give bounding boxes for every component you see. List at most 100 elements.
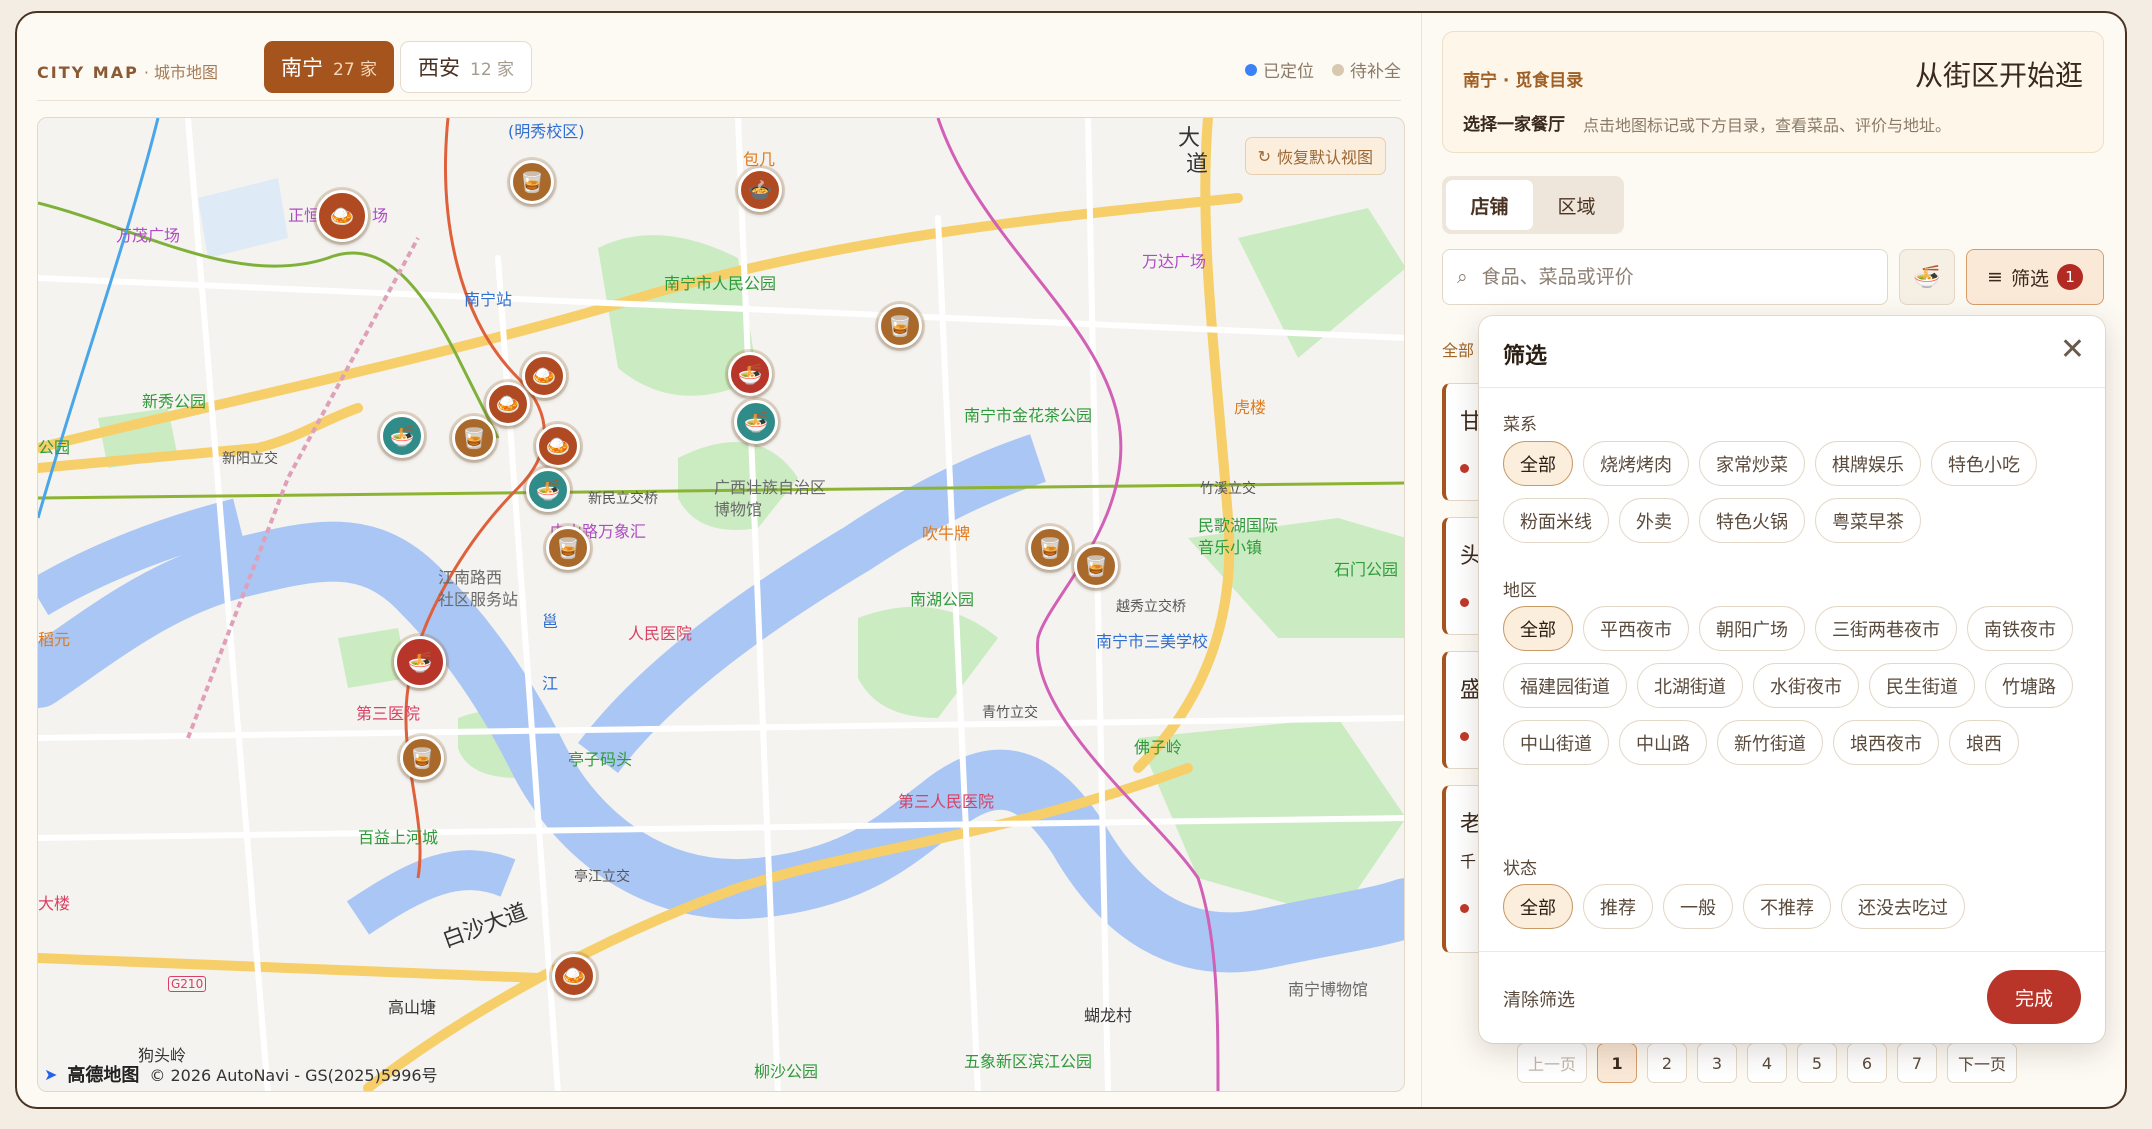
map-label: G210 — [168, 976, 207, 992]
restaurant-pin[interactable]: 🍛 — [316, 190, 368, 242]
blue-dot-icon — [1245, 63, 1257, 76]
restaurant-pin[interactable]: 🥃 — [510, 160, 554, 204]
restaurant-card[interactable]: 盛 — [1442, 651, 1482, 769]
restaurant-pin[interactable]: 🥃 — [546, 526, 590, 570]
restaurant-pin[interactable]: 🍜 — [394, 636, 446, 688]
map-label: 南宁站 — [464, 290, 513, 309]
restaurant-pin[interactable]: 🍜 — [526, 468, 570, 512]
tab-shops[interactable]: 店铺 — [1446, 180, 1533, 230]
filter-chip[interactable]: 粉面米线 — [1503, 498, 1609, 543]
filter-chip[interactable]: 烧烤烤肉 — [1583, 441, 1689, 486]
map-label: 亭江立交 — [574, 869, 630, 885]
search-box[interactable]: ⌕ — [1442, 249, 1888, 305]
map-label: 南宁市三美学校 — [1096, 632, 1209, 651]
filter-chip[interactable]: 三街两巷夜市 — [1815, 606, 1957, 651]
filter-chip[interactable]: 家常炒菜 — [1699, 441, 1805, 486]
restaurant-pin[interactable]: 🍜 — [734, 400, 778, 444]
search-input[interactable] — [1481, 266, 1842, 288]
map-label: 蝴龙村 — [1084, 1006, 1133, 1025]
filter-chip[interactable]: 民生街道 — [1869, 663, 1975, 708]
filter-chip[interactable]: 全部 — [1503, 606, 1573, 651]
filter-chip[interactable]: 还没去吃过 — [1841, 884, 1965, 929]
filter-chip[interactable]: 全部 — [1503, 441, 1573, 486]
glass-icon: 🥃 — [555, 536, 581, 560]
list-filter-all[interactable]: 全部 — [1442, 337, 1474, 361]
glass-icon: 🥃 — [1037, 536, 1063, 560]
restaurant-pin[interactable]: 🍛 — [486, 382, 530, 426]
restaurant-card[interactable]: 甘 — [1442, 383, 1482, 501]
filter-chip[interactable]: 北湖街道 — [1637, 663, 1743, 708]
filter-chip[interactable]: 平西夜市 — [1583, 606, 1689, 651]
restaurant-pin[interactable]: 🍛 — [536, 424, 580, 468]
map-label: 新阳立交 — [222, 451, 278, 467]
filter-chip[interactable]: 粤菜早茶 — [1815, 498, 1921, 543]
page-button[interactable]: 3 — [1697, 1043, 1738, 1083]
filter-button[interactable]: ≡ 筛选 1 — [1966, 249, 2104, 305]
filter-chip[interactable]: 中山街道 — [1503, 720, 1609, 765]
map-label: 南湖公园 — [910, 590, 975, 609]
filter-chip[interactable]: 朝阳广场 — [1699, 606, 1805, 651]
filter-chip[interactable]: 新竹街道 — [1717, 720, 1823, 765]
page-button[interactable]: 2 — [1647, 1043, 1688, 1083]
pagination: 上一页 1 2 3 4 5 6 7 下一页 — [1517, 1043, 2018, 1083]
city-map[interactable]: (明秀校区) 包几 大 道 万茂广场 正恒 场 南宁站 南宁市人民公园 万达广场… — [37, 117, 1405, 1092]
refresh-icon: ↻ — [1257, 146, 1271, 166]
glass-icon: 🥃 — [887, 314, 913, 338]
prev-page-button[interactable]: 上一页 — [1517, 1043, 1588, 1083]
filter-chip[interactable]: 全部 — [1503, 884, 1573, 929]
close-icon[interactable]: ✕ — [2060, 332, 2085, 367]
page-button[interactable]: 5 — [1797, 1043, 1838, 1083]
restaurant-pin[interactable]: 🥃 — [878, 304, 922, 348]
map-label: 竹溪立交 — [1200, 481, 1256, 497]
status-chips: 全部 推荐 一般 不推荐 还没去吃过 — [1503, 884, 2093, 929]
legend-pending: 待补全 — [1332, 57, 1401, 82]
city-tab-xian[interactable]: 西安 12 家 — [400, 41, 533, 93]
map-toolbar: CITY MAP · 城市地图 南宁 27 家 西安 12 家 已定位 待补全 — [37, 31, 1401, 101]
filter-chip[interactable]: 竹塘路 — [1985, 663, 2073, 708]
map-label: 石门公园 — [1334, 560, 1399, 579]
bowl-icon: 🍜 — [1913, 264, 1941, 290]
filter-chip[interactable]: 中山路 — [1619, 720, 1707, 765]
tab-areas[interactable]: 区域 — [1533, 180, 1620, 230]
page-button[interactable]: 1 — [1597, 1043, 1638, 1083]
filter-chip[interactable]: 特色火锅 — [1699, 498, 1805, 543]
clear-filters-button[interactable]: 清除筛选 — [1503, 986, 1575, 1012]
cuisine-quick-button[interactable]: 🍜 — [1899, 249, 1955, 305]
restaurant-card[interactable]: 老 千 — [1442, 785, 1482, 953]
page-button[interactable]: 4 — [1747, 1043, 1788, 1083]
restaurant-pin[interactable]: 🥃 — [1028, 526, 1072, 570]
filter-chip[interactable]: 埌西夜市 — [1833, 720, 1939, 765]
glass-icon: 🥃 — [409, 746, 435, 770]
filter-chip[interactable]: 特色小吃 — [1931, 441, 2037, 486]
restaurant-pin[interactable]: 🥃 — [400, 736, 444, 780]
filter-chip[interactable]: 外卖 — [1619, 498, 1689, 543]
restaurant-pin[interactable]: 🍛 — [522, 354, 566, 398]
restaurant-pin[interactable]: 🥃 — [1074, 544, 1118, 588]
filter-chip[interactable]: 水街夜市 — [1753, 663, 1859, 708]
city-tab-nanning[interactable]: 南宁 27 家 — [264, 41, 395, 93]
page-button[interactable]: 6 — [1847, 1043, 1888, 1083]
filter-chip[interactable]: 棋牌娱乐 — [1815, 441, 1921, 486]
restaurant-pin[interactable]: 🍜 — [728, 352, 772, 396]
area-chips: 全部 平西夜市 朝阳广场 三街两巷夜市 南铁夜市 福建园街道 北湖街道 水街夜市… — [1503, 606, 2093, 765]
restaurant-pin[interactable]: 🍛 — [552, 954, 596, 998]
filter-chip[interactable]: 一般 — [1663, 884, 1733, 929]
menu-lines-icon: ≡ — [1987, 266, 2003, 288]
restaurant-pin[interactable]: 🍜 — [380, 414, 424, 458]
map-label: 万达广场 — [1142, 252, 1207, 271]
page-button[interactable]: 7 — [1897, 1043, 1938, 1083]
filter-chip[interactable]: 福建园街道 — [1503, 663, 1627, 708]
filter-chip[interactable]: 埌西 — [1949, 720, 2019, 765]
filter-popover-header: 筛选 ✕ — [1479, 316, 2105, 388]
filter-chip[interactable]: 南铁夜市 — [1967, 606, 2073, 651]
filter-chip[interactable]: 推荐 — [1583, 884, 1653, 929]
filter-popover-footer: 清除筛选 完成 — [1479, 951, 2105, 1043]
next-page-button[interactable]: 下一页 — [1947, 1043, 2018, 1083]
restaurant-card[interactable]: 头 — [1442, 517, 1482, 635]
copyright-text: © 2026 AutoNavi - GS(2025)5996号 — [149, 1066, 438, 1085]
filter-chip[interactable]: 不推荐 — [1743, 884, 1831, 929]
restaurant-pin[interactable]: 🥃 — [452, 416, 496, 460]
done-button[interactable]: 完成 — [1987, 970, 2081, 1024]
restaurant-pin[interactable]: 🍲 — [738, 168, 782, 212]
reset-view-button[interactable]: ↻ 恢复默认视图 — [1244, 137, 1386, 175]
